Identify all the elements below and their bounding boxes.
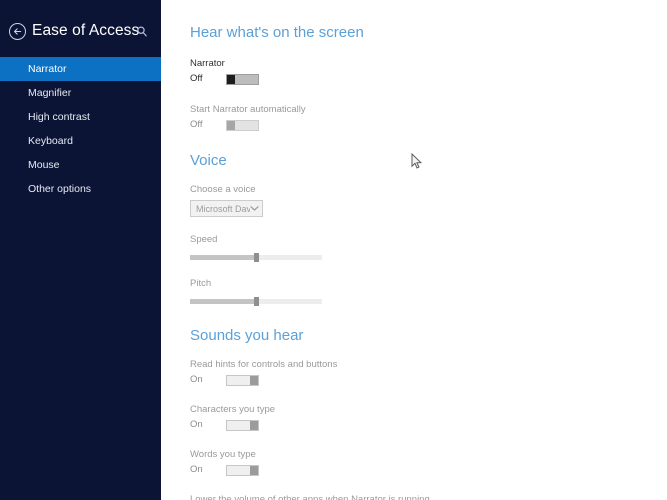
page-title: Ease of Access	[32, 22, 140, 39]
toggle-knob	[250, 375, 258, 385]
sidebar-item-other-options[interactable]: Other options	[0, 177, 161, 201]
voice-select[interactable]: Microsoft David	[190, 200, 263, 217]
slider-fill	[190, 255, 256, 260]
setting-state-narrator: Off	[190, 73, 203, 84]
sidebar-item-label: Magnifier	[28, 87, 72, 99]
sidebar-item-keyboard[interactable]: Keyboard	[0, 129, 161, 153]
setting-state-read-hints: On	[190, 374, 203, 385]
toggle-read-hints[interactable]	[226, 374, 259, 386]
setting-label-choose-a-voice: Choose a voice	[190, 184, 256, 195]
setting-state-characters-you-type: On	[190, 419, 203, 430]
sidebar-nav: Narrator Magnifier High contrast Keyboar…	[0, 57, 161, 201]
settings-list: Hear what's on the screen Narrator Off S…	[190, 0, 650, 500]
sidebar-item-label: Narrator	[28, 63, 67, 75]
setting-label-narrator: Narrator	[190, 58, 225, 69]
ease-of-access-settings-window: Ease of Access Narrator Magnifier High c…	[0, 0, 667, 500]
toggle-words-you-type[interactable]	[226, 464, 259, 476]
pitch-slider[interactable]	[190, 295, 322, 307]
setting-label-speed: Speed	[190, 234, 218, 245]
speed-slider[interactable]	[190, 251, 322, 263]
setting-row-read-hints: On	[190, 373, 650, 387]
sidebar-item-narrator[interactable]: Narrator	[0, 57, 161, 81]
section-heading-voice: Voice	[190, 152, 227, 169]
setting-label-lower-volume-other-apps: Lower the volume of other apps when Narr…	[190, 494, 430, 500]
search-icon[interactable]	[135, 25, 149, 39]
slider-thumb[interactable]	[254, 253, 259, 262]
sidebar-item-label: Keyboard	[28, 135, 73, 147]
voice-select-value: Microsoft David	[196, 203, 250, 214]
slider-thumb[interactable]	[254, 297, 259, 306]
sidebar-item-magnifier[interactable]: Magnifier	[0, 81, 161, 105]
setting-label-pitch: Pitch	[190, 278, 212, 289]
setting-state-start-narrator-automatically: Off	[190, 119, 203, 130]
setting-state-words-you-type: On	[190, 464, 203, 475]
back-arrow-circle-icon[interactable]	[9, 23, 26, 40]
setting-label-read-hints: Read hints for controls and buttons	[190, 359, 338, 370]
setting-label-words-you-type: Words you type	[190, 449, 256, 460]
setting-row-words-you-type: On	[190, 463, 650, 477]
setting-label-start-narrator-automatically: Start Narrator automatically	[190, 104, 306, 115]
setting-row-start-narrator-automatically: Off	[190, 118, 650, 132]
toggle-start-narrator-automatically[interactable]	[226, 119, 259, 131]
section-heading-sounds-you-hear: Sounds you hear	[190, 327, 304, 344]
toggle-knob	[227, 74, 235, 84]
sidebar-item-label: High contrast	[28, 111, 90, 123]
toggle-characters-you-type[interactable]	[226, 419, 259, 431]
sidebar-item-label: Other options	[28, 183, 92, 195]
toggle-knob	[227, 120, 235, 130]
sidebar-item-label: Mouse	[28, 159, 60, 171]
settings-content-pane: Hear what's on the screen Narrator Off S…	[161, 0, 667, 500]
slider-fill	[190, 299, 256, 304]
sidebar: Ease of Access Narrator Magnifier High c…	[0, 0, 161, 500]
setting-row-characters-you-type: On	[190, 418, 650, 432]
toggle-knob	[250, 465, 258, 475]
setting-row-narrator: Off	[190, 72, 650, 86]
toggle-knob	[250, 420, 258, 430]
section-heading-hear-whats-on-the-screen: Hear what's on the screen	[190, 24, 364, 41]
toggle-narrator[interactable]	[226, 73, 259, 85]
sidebar-item-high-contrast[interactable]: High contrast	[0, 105, 161, 129]
chevron-down-icon	[250, 206, 259, 211]
sidebar-item-mouse[interactable]: Mouse	[0, 153, 161, 177]
sidebar-header: Ease of Access	[0, 0, 161, 56]
setting-label-characters-you-type: Characters you type	[190, 404, 276, 415]
